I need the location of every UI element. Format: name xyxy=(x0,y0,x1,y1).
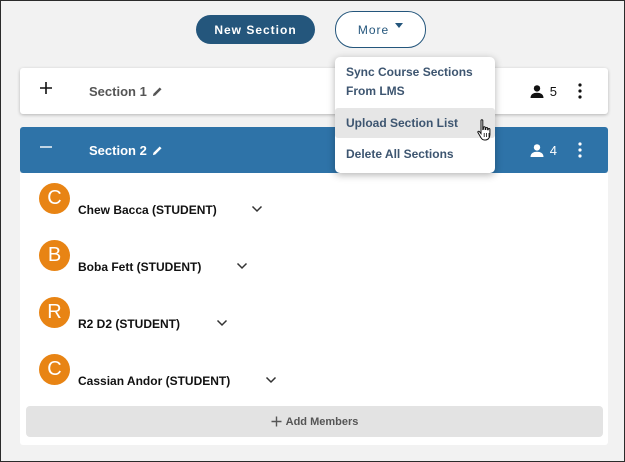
member-name: Boba Fett (STUDENT) xyxy=(78,260,202,274)
caret-down-icon xyxy=(395,23,404,28)
chevron-down-icon[interactable] xyxy=(251,205,263,213)
section-row-1[interactable]: Section 1 5 xyxy=(20,68,608,114)
hand-pointer-icon xyxy=(477,119,491,141)
person-icon xyxy=(530,84,544,98)
more-label: More xyxy=(357,22,390,37)
menu-item-upload-section-list[interactable]: Upload Section List xyxy=(335,108,495,138)
member-name: R2 D2 (STUDENT) xyxy=(78,317,181,331)
section-name: Section 1 xyxy=(89,83,147,99)
section-row-2[interactable]: Section 2 4 xyxy=(20,127,608,173)
plus-icon xyxy=(271,416,282,427)
avatar: C xyxy=(39,354,70,385)
new-section-button[interactable]: New Section xyxy=(196,15,315,44)
menu-item-label-line1: Sync Course Sections xyxy=(346,65,473,79)
section-title: Section 1 xyxy=(89,84,163,99)
menu-item-sync-sections[interactable]: Sync Course Sections From LMS xyxy=(335,63,495,101)
add-members-label: Add Members xyxy=(285,415,359,428)
section-members-list: C Chew Bacca (STUDENT) B Boba Fett (STUD… xyxy=(20,173,608,445)
avatar: C xyxy=(39,183,70,214)
more-dropdown-menu: Sync Course Sections From LMS Upload Sec… xyxy=(335,57,495,173)
plus-icon[interactable] xyxy=(39,81,53,95)
minus-icon[interactable] xyxy=(39,140,53,154)
chevron-down-icon[interactable] xyxy=(216,319,228,327)
sections-panel: New Section More Section 1 5 Section 2 4… xyxy=(0,0,625,462)
menu-item-delete-all-sections[interactable]: Delete All Sections xyxy=(335,145,495,164)
kebab-icon[interactable] xyxy=(577,142,583,158)
menu-item-label-line2: From LMS xyxy=(346,84,405,98)
member-count-value: 5 xyxy=(549,83,557,99)
avatar: R xyxy=(39,297,70,328)
pencil-icon[interactable] xyxy=(152,145,163,156)
chevron-down-icon[interactable] xyxy=(265,376,277,384)
member-count: 5 xyxy=(530,84,557,99)
pencil-icon[interactable] xyxy=(152,86,163,97)
member-count-value: 4 xyxy=(549,142,557,158)
section-title: Section 2 xyxy=(89,143,163,158)
more-button[interactable]: More xyxy=(335,11,426,48)
person-icon xyxy=(530,143,544,157)
section-name: Section 2 xyxy=(89,142,147,158)
new-section-label: New Section xyxy=(214,22,297,37)
menu-item-label: Delete All Sections xyxy=(346,147,454,161)
member-count: 4 xyxy=(530,143,557,158)
add-members-button[interactable]: Add Members xyxy=(26,406,603,437)
member-name: Cassian Andor (STUDENT) xyxy=(78,374,231,388)
menu-item-label: Upload Section List xyxy=(346,116,459,130)
member-name: Chew Bacca (STUDENT) xyxy=(78,203,217,217)
avatar: B xyxy=(39,240,70,271)
kebab-icon[interactable] xyxy=(577,83,583,99)
chevron-down-icon[interactable] xyxy=(236,262,248,270)
